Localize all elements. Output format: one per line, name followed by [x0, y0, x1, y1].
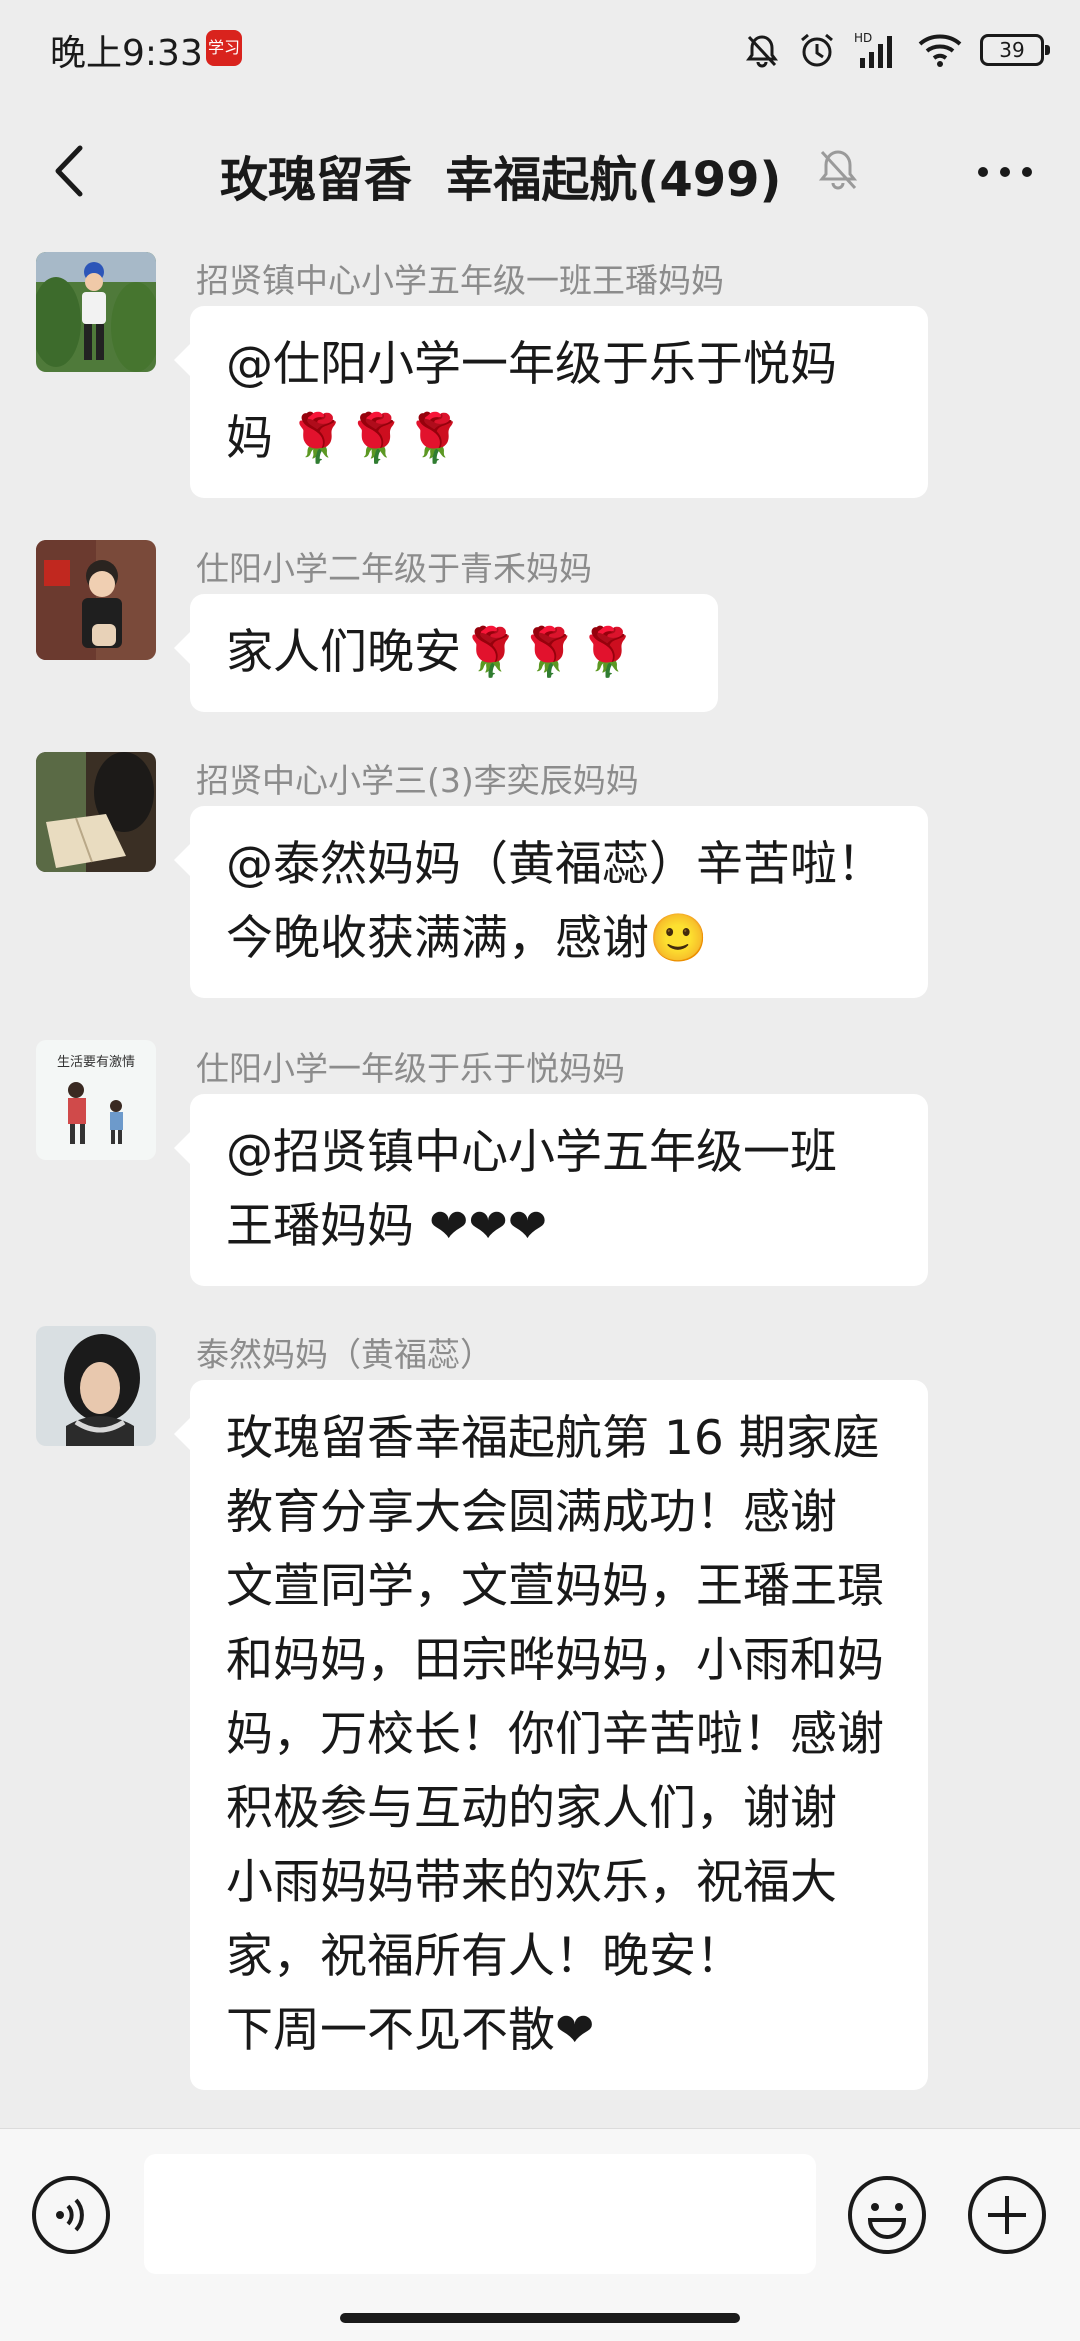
message-text: 下周一不见不散❤: [226, 2003, 595, 2058]
message-text: 小雨妈妈带来的欢乐，祝福大: [226, 1855, 837, 1910]
message-text: 妈 🌹🌹🌹: [226, 411, 464, 466]
message-text: 教育分享大会圆满成功！感谢: [226, 1485, 837, 1540]
mute-bell-icon: [746, 35, 778, 68]
message-bubble[interactable]: 家人们晚安🌹🌹🌹: [174, 594, 718, 712]
status-time: 晚上9:33: [50, 33, 203, 74]
sender-name: 泰然妈妈（黄福蕊）: [196, 1335, 493, 1374]
message-text: 今晚收获满满，感谢🙂: [226, 911, 708, 966]
avatar[interactable]: [36, 1326, 156, 1446]
emoji-icon[interactable]: [846, 2174, 928, 2256]
message-text: @招贤镇中心小学五年级一班: [226, 1125, 837, 1180]
status-icons: HD 39: [744, 28, 1050, 72]
message-text: 和妈妈，田宗晔妈妈，小雨和妈: [226, 1633, 884, 1688]
avatar-caption: 生活要有激情: [57, 1055, 135, 1070]
message-text: 王璠妈妈 ❤❤❤: [226, 1199, 548, 1254]
app-notification-icon: 学习: [206, 30, 242, 66]
home-indicator: [340, 2313, 740, 2323]
chat-title: 玫瑰留香 幸福起航(499): [220, 152, 782, 208]
message-text: 妈，万校长！你们辛苦啦！感谢: [226, 1707, 884, 1762]
message-text: 家，祝福所有人！晚安！: [226, 1929, 743, 1984]
avatar[interactable]: 生活要有激情: [36, 1040, 156, 1160]
sender-name: 仕阳小学一年级于乐于悦妈妈: [196, 1049, 625, 1088]
sender-name: 招贤中心小学三(3)李奕辰妈妈: [196, 761, 639, 800]
message-text: @泰然妈妈（黄福蕊）辛苦啦！: [226, 837, 884, 892]
avatar[interactable]: [36, 752, 156, 872]
muted-bell-icon: [818, 150, 858, 190]
message-text: 文萱同学，文萱妈妈，王璠王璟: [226, 1559, 884, 1614]
message-bubble[interactable]: @泰然妈妈（黄福蕊）辛苦啦！ 今晚收获满满，感谢🙂: [174, 806, 928, 998]
signal-icon: HD: [854, 31, 892, 68]
message-bubble[interactable]: @仕阳小学一年级于乐于悦妈 妈 🌹🌹🌹: [174, 306, 928, 498]
sender-name: 招贤镇中心小学五年级一班王璠妈妈: [196, 261, 724, 300]
plus-icon[interactable]: [966, 2174, 1048, 2256]
chat-header: 玫瑰留香 幸福起航(499): [0, 100, 1080, 240]
voice-icon[interactable]: [30, 2174, 112, 2256]
battery-icon: 39: [980, 34, 1050, 66]
avatar[interactable]: [36, 540, 156, 660]
message-bubble[interactable]: @招贤镇中心小学五年级一班 王璠妈妈 ❤❤❤: [174, 1094, 928, 1286]
network-type-label: HD: [854, 31, 872, 45]
wifi-icon: [918, 34, 962, 67]
sender-name: 仕阳小学二年级于青禾妈妈: [196, 549, 592, 588]
message-bubble[interactable]: 玫瑰留香幸福起航第 16 期家庭 教育分享大会圆满成功！感谢 文萱同学，文萱妈妈…: [174, 1380, 928, 2090]
message-text: 家人们晚安🌹🌹🌹: [226, 625, 637, 680]
more-options-icon[interactable]: [970, 144, 1040, 200]
alarm-icon: [801, 33, 833, 67]
message-text: 积极参与互动的家人们，谢谢: [226, 1781, 837, 1836]
input-bar: [0, 2128, 1080, 2341]
avatar[interactable]: [36, 252, 156, 372]
message-text: 玫瑰留香幸福起航第 16 期家庭: [226, 1411, 880, 1466]
status-bar: 晚上9:33 学习 HD 39: [0, 0, 1080, 100]
message-text: @仕阳小学一年级于乐于悦妈: [226, 337, 837, 392]
back-arrow-icon[interactable]: [36, 136, 106, 206]
message-input[interactable]: [144, 2154, 816, 2274]
